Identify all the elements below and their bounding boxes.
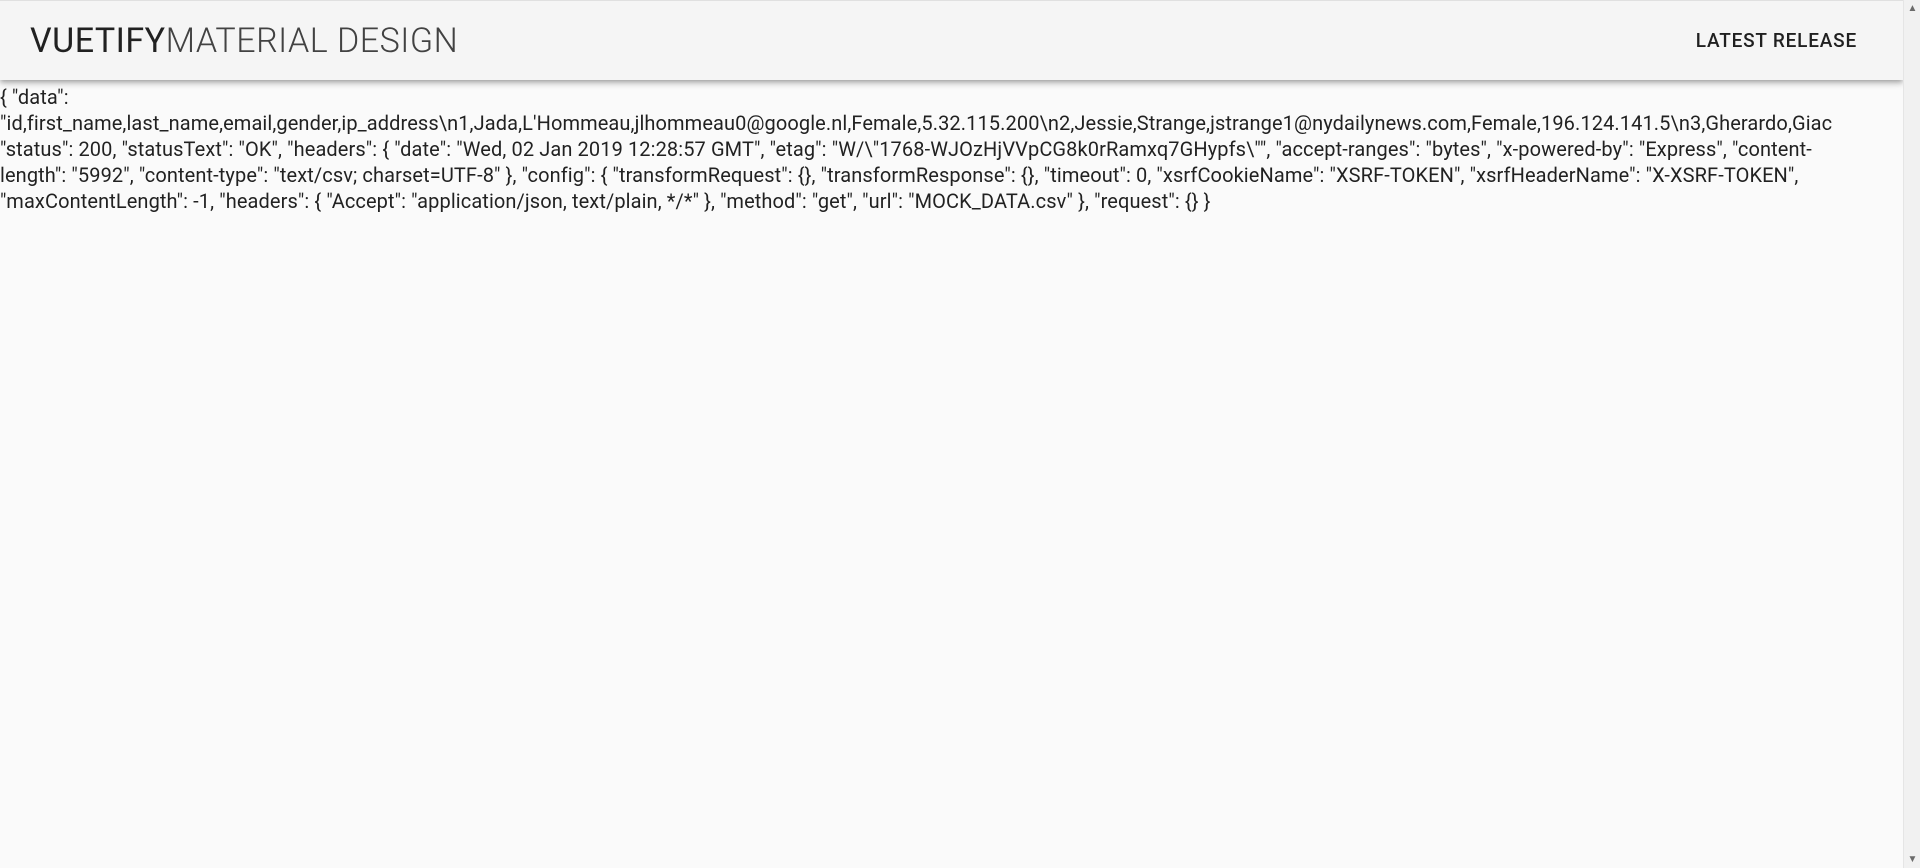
response-line: { "data": (0, 84, 1903, 110)
response-line: "id,first_name,last_name,email,gender,ip… (0, 110, 1903, 136)
brand-title-light: MATERIAL DESIGN (166, 21, 459, 61)
raw-response-text: { "data": "id,first_name,last_name,email… (0, 80, 1903, 214)
page-scroll-area: VUETIFYMATERIAL DESIGN LATEST RELEASE { … (0, 0, 1903, 868)
scrollbar-up-arrow-icon[interactable]: ▲ (1904, 0, 1920, 17)
app-bar: VUETIFYMATERIAL DESIGN LATEST RELEASE (0, 0, 1903, 80)
response-line: length": "5992", "content-type": "text/c… (0, 162, 1903, 188)
brand-title: VUETIFYMATERIAL DESIGN (30, 21, 458, 61)
response-line: "maxContentLength": -1, "headers": { "Ac… (0, 188, 1903, 214)
scrollbar-down-arrow-icon[interactable]: ▼ (1904, 851, 1920, 868)
latest-release-button[interactable]: LATEST RELEASE (1680, 21, 1873, 60)
brand-title-bold: VUETIFY (30, 21, 166, 61)
vertical-scrollbar[interactable]: ▲ ▼ (1903, 0, 1920, 868)
response-line: "status": 200, "statusText": "OK", "head… (0, 136, 1903, 162)
viewport: VUETIFYMATERIAL DESIGN LATEST RELEASE { … (0, 0, 1920, 868)
